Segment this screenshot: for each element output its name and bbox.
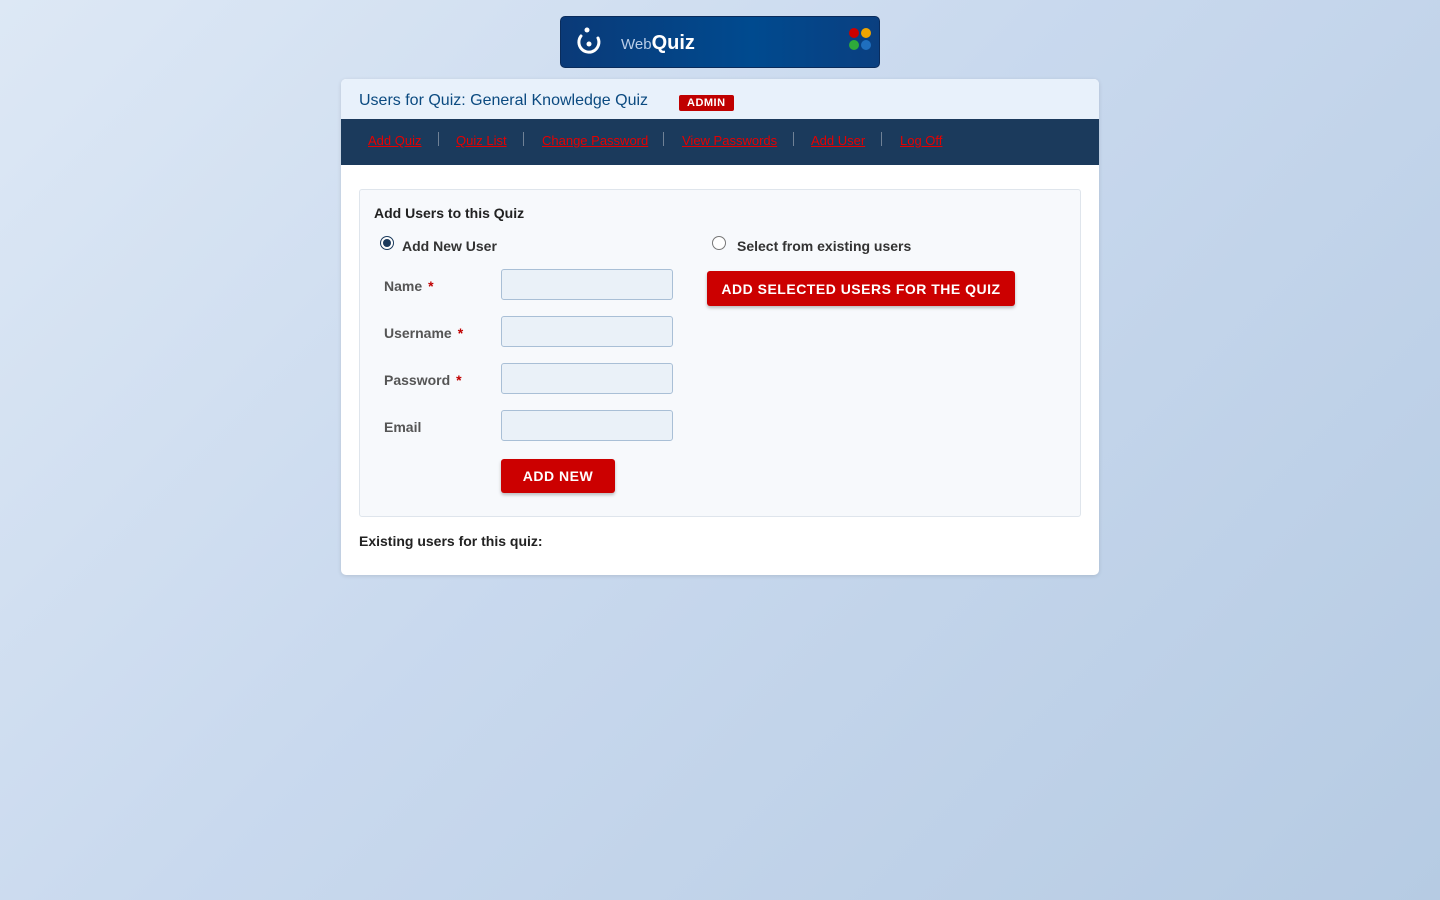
logo-dot-blue bbox=[861, 40, 871, 50]
main-card: Users for Quiz: General Knowledge Quiz A… bbox=[341, 79, 1099, 575]
username-input[interactable] bbox=[501, 316, 673, 347]
nav-log-off[interactable]: Log Off bbox=[900, 133, 942, 148]
select-existing-radio[interactable] bbox=[712, 236, 726, 250]
nav-separator bbox=[663, 132, 664, 146]
top-nav: Add Quiz Quiz List Change Password View … bbox=[341, 119, 1099, 165]
add-selected-users-button[interactable]: ADD SELECTED USERS FOR THE QUIZ bbox=[707, 271, 1015, 306]
select-existing-label[interactable]: Select from existing users bbox=[737, 238, 911, 254]
username-label: Username * bbox=[384, 325, 463, 341]
password-label: Password * bbox=[384, 372, 462, 388]
logo-dot-green bbox=[849, 40, 859, 50]
name-label: Name * bbox=[384, 278, 434, 294]
logo-dot-red bbox=[849, 28, 859, 38]
email-input[interactable] bbox=[501, 410, 673, 441]
nav-add-user[interactable]: Add User bbox=[811, 133, 865, 148]
webquiz-logo-icon bbox=[577, 27, 601, 54]
nav-change-password[interactable]: Change Password bbox=[542, 133, 648, 148]
email-label: Email bbox=[384, 419, 422, 435]
password-input[interactable] bbox=[501, 363, 673, 394]
card-header: Users for Quiz: General Knowledge Quiz A… bbox=[341, 79, 1099, 119]
nav-separator bbox=[438, 132, 439, 146]
required-mark: * bbox=[456, 372, 462, 388]
logo-quiz-text: Quiz bbox=[651, 32, 695, 54]
required-mark: * bbox=[428, 278, 434, 294]
page-title: Users for Quiz: General Knowledge Quiz bbox=[359, 92, 649, 109]
nav-view-passwords[interactable]: View Passwords bbox=[682, 133, 777, 148]
nav-separator bbox=[523, 132, 524, 146]
nav-quiz-list[interactable]: Quiz List bbox=[456, 133, 507, 148]
nav-separator bbox=[881, 132, 882, 146]
logo-dots-icon bbox=[849, 28, 873, 52]
existing-users-label: Existing users for this quiz: bbox=[359, 533, 543, 549]
required-mark: * bbox=[457, 325, 464, 341]
logo-web-text: Web bbox=[621, 36, 652, 53]
logo-dot-yellow bbox=[861, 28, 871, 38]
name-input[interactable] bbox=[501, 269, 673, 300]
nav-separator bbox=[793, 132, 794, 146]
admin-badge: ADMIN bbox=[679, 95, 734, 111]
section-title: Add Users to this Quiz bbox=[374, 205, 525, 221]
add-new-user-label[interactable]: Add New User bbox=[402, 238, 497, 254]
username-label-text: Username bbox=[384, 325, 452, 341]
logo-wordmark: WebQuiz bbox=[621, 33, 695, 53]
name-label-text: Name bbox=[384, 278, 423, 294]
password-label-text: Password bbox=[384, 372, 451, 388]
add-new-user-radio[interactable] bbox=[380, 236, 394, 250]
add-new-button[interactable]: ADD NEW bbox=[501, 459, 615, 493]
add-users-panel: Add Users to this Quiz Add New User Sele… bbox=[359, 189, 1081, 517]
logo-banner: WebQuiz bbox=[560, 16, 880, 68]
nav-add-quiz[interactable]: Add Quiz bbox=[368, 133, 421, 148]
